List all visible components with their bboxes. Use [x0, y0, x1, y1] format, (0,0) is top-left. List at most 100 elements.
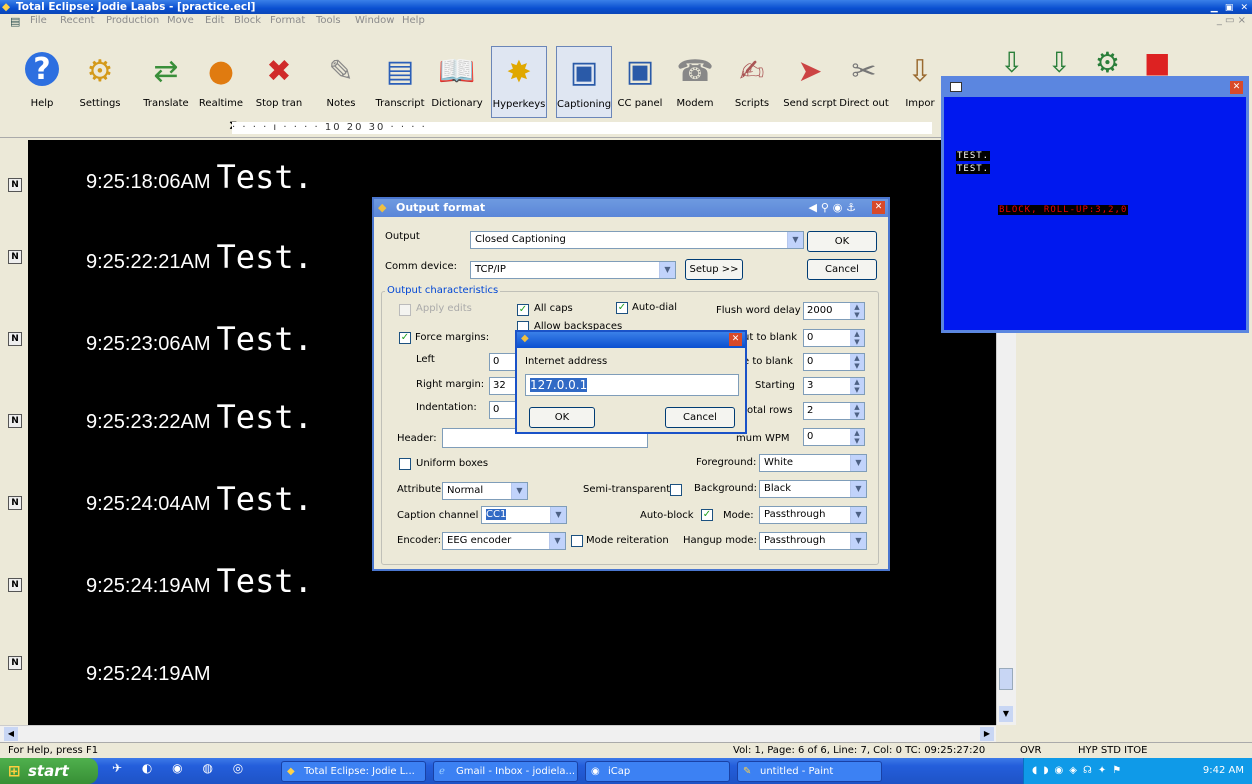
- attribute-select[interactable]: Normal ▼: [442, 482, 528, 500]
- semi-transparent-checkbox[interactable]: [670, 484, 682, 496]
- scroll-left-icon[interactable]: ◀: [4, 727, 18, 741]
- close-icon[interactable]: ✕: [729, 333, 742, 346]
- note-badge[interactable]: N: [8, 250, 22, 264]
- flush-word-delay-spinner[interactable]: 2000 ▲ ▼: [803, 302, 865, 320]
- uniform-boxes-checkbox[interactable]: [399, 458, 411, 470]
- modem-button[interactable]: ☎ Modem: [672, 46, 718, 118]
- extra-toolbar-icons[interactable]: ⇩⇩⚙■: [950, 46, 1250, 79]
- note-badge[interactable]: N: [8, 578, 22, 592]
- chevron-down-icon[interactable]: ▼: [659, 262, 675, 278]
- import-button[interactable]: ⇩ Impor: [900, 46, 940, 118]
- auto-dial-checkbox[interactable]: ✓: [616, 302, 628, 314]
- chevron-down-icon[interactable]: ▼: [511, 483, 527, 499]
- direct-out-button[interactable]: ✂ Direct out: [838, 46, 890, 118]
- scroll-down-icon[interactable]: ▼: [999, 706, 1013, 722]
- internet-address-input[interactable]: 127.0.0.1: [525, 374, 739, 396]
- chevron-down-icon[interactable]: ▼: [850, 533, 866, 549]
- ip-ok-button[interactable]: OK: [529, 407, 595, 428]
- note-badge[interactable]: N: [8, 414, 22, 428]
- task-total-eclipse[interactable]: ◆ Total Eclipse: Jodie L...: [281, 761, 426, 782]
- spin-arrows-icon[interactable]: ▲ ▼: [850, 429, 864, 445]
- note-badge[interactable]: N: [8, 332, 22, 346]
- settings-button[interactable]: ⚙ Settings: [74, 46, 126, 118]
- captioning-button[interactable]: ▣ Captioning: [556, 46, 612, 118]
- background-select[interactable]: Black ▼: [759, 480, 867, 498]
- ip-dialog-titlebar[interactable]: ◆ ✕: [517, 332, 745, 348]
- window-controls[interactable]: ▁ ▣ ✕: [1211, 1, 1250, 15]
- dialog-titlebar[interactable]: ◆ Output format ◀ ⚲ ◉ ⚓ ✕: [374, 199, 888, 217]
- spin-arrows-icon[interactable]: ▲ ▼: [850, 303, 864, 319]
- transcript-line[interactable]: 9:25:24:04AM Test.: [86, 480, 313, 518]
- help-button[interactable]: ? Help: [20, 46, 64, 118]
- notes-button[interactable]: ✎ Notes: [318, 46, 364, 118]
- force-margins-checkbox[interactable]: ✓: [399, 332, 411, 344]
- menu-help[interactable]: Help: [402, 14, 425, 28]
- note-badge[interactable]: N: [8, 178, 22, 192]
- close-icon[interactable]: ✕: [872, 201, 885, 214]
- menu-edit[interactable]: Edit: [205, 14, 224, 28]
- transcript-line[interactable]: 9:25:24:19AM: [86, 650, 217, 688]
- send-script-button[interactable]: ➤ Send scrpt: [782, 46, 838, 118]
- auto-block-checkbox[interactable]: ✓: [701, 509, 713, 521]
- setup-button[interactable]: Setup >>: [685, 259, 743, 280]
- menu-block[interactable]: Block: [234, 14, 261, 28]
- mode-reiteration-checkbox[interactable]: [571, 535, 583, 547]
- realtime-button[interactable]: ● Realtime: [196, 46, 246, 118]
- task-icap[interactable]: ◉ iCap: [585, 761, 730, 782]
- foreground-select[interactable]: White ▼: [759, 454, 867, 472]
- quick-launch[interactable]: ✈ ◐ ◉ ◍ ◎: [112, 761, 251, 775]
- transcript-line[interactable]: 9:25:23:22AM Test.: [86, 398, 313, 436]
- ok-button[interactable]: OK: [807, 231, 877, 252]
- menu-window[interactable]: Window: [355, 14, 394, 28]
- chevron-down-icon[interactable]: ▼: [850, 455, 866, 471]
- menu-move[interactable]: Move: [167, 14, 194, 28]
- encoder-select[interactable]: EEG encoder ▼: [442, 532, 566, 550]
- transcript-line[interactable]: 9:25:23:06AM Test.: [86, 320, 313, 358]
- total-rows-spinner[interactable]: 2 ▲ ▼: [803, 402, 865, 420]
- stop-tran-button[interactable]: ✖ Stop tran: [252, 46, 306, 118]
- chevron-down-icon[interactable]: ▼: [850, 481, 866, 497]
- task-paint[interactable]: ✎ untitled - Paint: [737, 761, 882, 782]
- transcript-line[interactable]: 9:25:24:19AM Test.: [86, 562, 313, 600]
- menu-format[interactable]: Format: [270, 14, 305, 28]
- transcript-line[interactable]: 9:25:18:06AM Test.: [86, 158, 313, 196]
- chevron-down-icon[interactable]: ▼: [850, 507, 866, 523]
- comm-device-select[interactable]: TCP/IP ▼: [470, 261, 676, 279]
- menu-tools[interactable]: Tools: [316, 14, 341, 28]
- caption-channel-select[interactable]: CC1 ▼: [481, 506, 567, 524]
- transcript-button[interactable]: ▤ Transcript: [372, 46, 428, 118]
- titlebar-tools-icon[interactable]: ◀ ⚲ ◉ ⚓: [809, 199, 856, 217]
- output-select[interactable]: Closed Captioning ▼: [470, 231, 804, 249]
- caption-preview-titlebar[interactable]: ✕: [944, 79, 1246, 97]
- apply-edits-checkbox[interactable]: [399, 304, 411, 316]
- start-button[interactable]: ⊞ start: [0, 758, 98, 784]
- chevron-down-icon[interactable]: ▼: [549, 533, 565, 549]
- starting-spinner[interactable]: 3 ▲ ▼: [803, 377, 865, 395]
- menu-recent[interactable]: Recent: [60, 14, 95, 28]
- spin-arrows-icon[interactable]: ▲ ▼: [850, 403, 864, 419]
- translate-button[interactable]: ⇄ Translate: [138, 46, 194, 118]
- menu-file[interactable]: File: [30, 14, 47, 28]
- ip-cancel-button[interactable]: Cancel: [665, 407, 735, 428]
- pause-blank-spinner[interactable]: 0 ▲ ▼: [803, 353, 865, 371]
- scroll-thumb[interactable]: [999, 668, 1013, 690]
- scripts-button[interactable]: ✍ Scripts: [732, 46, 772, 118]
- hangup-mode-select[interactable]: Passthrough ▼: [759, 532, 867, 550]
- hyperkeys-button[interactable]: ✸ Hyperkeys: [491, 46, 547, 118]
- cc-panel-button[interactable]: ▣ CC panel: [614, 46, 666, 118]
- tray-icons[interactable]: ◖◗◉◈☊✦⚑: [1032, 758, 1127, 784]
- transcript-line[interactable]: 9:25:22:21AM Test.: [86, 238, 313, 276]
- caption-preview-window[interactable]: ✕ TEST. TEST. BLOCK, ROLL-UP:3,2,0: [941, 76, 1249, 333]
- mode-select[interactable]: Passthrough ▼: [759, 506, 867, 524]
- task-gmail[interactable]: ℯ Gmail - Inbox - jodiela...: [433, 761, 578, 782]
- chevron-down-icon[interactable]: ▼: [787, 232, 803, 248]
- cancel-button[interactable]: Cancel: [807, 259, 877, 280]
- all-caps-checkbox[interactable]: ✓: [517, 304, 529, 316]
- note-badge[interactable]: N: [8, 656, 22, 670]
- dictionary-button[interactable]: 📖 Dictionary: [428, 46, 486, 118]
- mdi-controls[interactable]: _ ▭ ×: [1217, 15, 1246, 26]
- menu-production[interactable]: Production: [106, 14, 159, 28]
- spin-arrows-icon[interactable]: ▲ ▼: [850, 378, 864, 394]
- spin-arrows-icon[interactable]: ▲ ▼: [850, 330, 864, 346]
- close-icon[interactable]: ✕: [1230, 81, 1243, 94]
